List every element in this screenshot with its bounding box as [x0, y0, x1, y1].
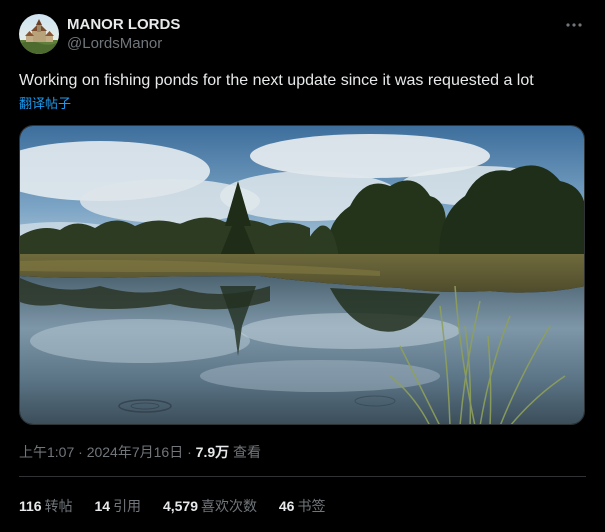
likes-stat[interactable]: 4,579 喜欢次数	[163, 497, 257, 515]
quotes-label: 引用	[113, 498, 142, 514]
likes-count: 4,579	[162, 498, 198, 514]
meta-separator: ·	[187, 444, 192, 460]
tweet-text: Working on fishing ponds for the next up…	[19, 72, 534, 89]
post-date[interactable]: 2024年7月16日	[87, 444, 184, 460]
bookmarks-count: 46	[278, 498, 295, 514]
tweet-header: MANOR LORDS @LordsManor	[19, 14, 586, 56]
views-count: 7.9万	[195, 444, 230, 460]
bookmarks-label: 书签	[297, 498, 326, 514]
meta-separator: ·	[78, 444, 83, 460]
engagement-stats: 116 转帖 14 引用 4,579 喜欢次数 46 书签	[19, 497, 343, 515]
tweet-card: MANOR LORDS @LordsManor Working on fishi…	[0, 0, 605, 532]
post-time[interactable]: 上午1:07	[19, 444, 74, 460]
divider	[19, 476, 586, 477]
reposts-label: 转帖	[44, 498, 73, 514]
avatar[interactable]	[19, 14, 59, 54]
translate-post-link[interactable]: 翻译帖子	[19, 95, 71, 112]
author-names: MANOR LORDS @LordsManor	[67, 16, 180, 54]
reposts-stat[interactable]: 116 转帖	[19, 497, 73, 515]
views-label: 查看	[233, 444, 262, 460]
quotes-count: 14	[94, 498, 111, 514]
bookmarks-stat[interactable]: 46 书签	[279, 497, 326, 515]
tweet-meta: 上午1:07 · 2024年7月16日 · 7.9万 查看	[19, 443, 261, 461]
likes-label: 喜欢次数	[201, 498, 257, 514]
author-handle[interactable]: @LordsManor	[67, 34, 180, 54]
reposts-count: 116	[19, 498, 42, 514]
quotes-stat[interactable]: 14 引用	[94, 497, 141, 515]
tweet-image[interactable]	[19, 125, 585, 425]
more-horizontal-icon[interactable]	[564, 16, 584, 34]
author-display-name[interactable]: MANOR LORDS	[67, 16, 180, 34]
